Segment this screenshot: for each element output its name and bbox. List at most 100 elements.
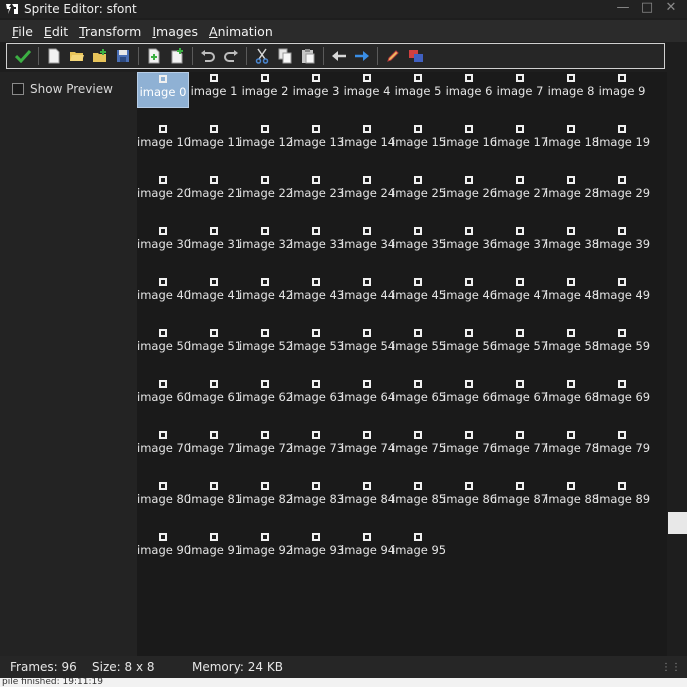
image-thumbnail[interactable]: image 35	[392, 225, 446, 261]
image-thumbnail[interactable]: image 16	[443, 123, 497, 159]
image-thumbnail[interactable]: image 46	[443, 276, 497, 312]
image-thumbnail[interactable]: image 95	[392, 531, 446, 567]
menu-edit[interactable]: Edit	[44, 24, 73, 39]
image-thumbnail[interactable]: image 48	[545, 276, 599, 312]
show-preview-checkbox[interactable]	[12, 83, 24, 95]
redo-icon[interactable]	[221, 46, 241, 66]
image-thumbnail[interactable]: image 66	[443, 378, 497, 414]
image-thumbnail[interactable]: image 27	[494, 174, 548, 210]
image-thumbnail[interactable]: image 49	[596, 276, 650, 312]
image-thumbnail[interactable]: image 85	[392, 480, 446, 516]
image-thumbnail[interactable]: image 67	[494, 378, 548, 414]
color-replace-icon[interactable]	[406, 46, 426, 66]
image-thumbnail[interactable]: image 34	[341, 225, 395, 261]
image-thumbnail[interactable]: image 72	[239, 429, 293, 465]
image-thumbnail[interactable]: image 70	[137, 429, 191, 465]
image-thumbnail[interactable]: image 91	[188, 531, 242, 567]
image-thumbnail[interactable]: image 18	[545, 123, 599, 159]
image-thumbnail[interactable]: image 65	[392, 378, 446, 414]
image-thumbnail[interactable]: image 7	[494, 72, 546, 108]
image-thumbnail[interactable]: image 50	[137, 327, 191, 363]
image-thumbnail[interactable]: image 14	[341, 123, 395, 159]
image-thumbnail[interactable]: image 86	[443, 480, 497, 516]
image-thumbnail[interactable]: image 76	[443, 429, 497, 465]
image-thumbnail[interactable]: image 94	[341, 531, 395, 567]
image-thumbnail[interactable]: image 45	[392, 276, 446, 312]
image-thumbnail[interactable]: image 74	[341, 429, 395, 465]
minimize-icon[interactable]: —	[611, 0, 635, 16]
image-thumbnail[interactable]: image 83	[290, 480, 344, 516]
image-thumbnail[interactable]: image 71	[188, 429, 242, 465]
image-thumbnail[interactable]: image 81	[188, 480, 242, 516]
image-thumbnail[interactable]: image 24	[341, 174, 395, 210]
image-thumbnail[interactable]: image 59	[596, 327, 650, 363]
image-thumbnail[interactable]: image 64	[341, 378, 395, 414]
image-thumbnail[interactable]: image 22	[239, 174, 293, 210]
image-thumbnail[interactable]: image 6	[443, 72, 495, 108]
image-thumbnail[interactable]: image 26	[443, 174, 497, 210]
add-image-icon[interactable]	[144, 46, 164, 66]
image-thumbnail[interactable]: image 23	[290, 174, 344, 210]
image-thumbnail[interactable]: image 5	[392, 72, 444, 108]
open-folder-icon[interactable]	[67, 46, 87, 66]
image-thumbnail[interactable]: image 80	[137, 480, 191, 516]
maximize-icon[interactable]: □	[635, 0, 659, 16]
image-thumbnail[interactable]: image 3	[290, 72, 342, 108]
image-thumbnail[interactable]: image 79	[596, 429, 650, 465]
image-thumbnail[interactable]: image 31	[188, 225, 242, 261]
image-thumbnail[interactable]: image 89	[596, 480, 650, 516]
image-thumbnail[interactable]: image 17	[494, 123, 548, 159]
image-thumbnail[interactable]: image 73	[290, 429, 344, 465]
image-thumbnail[interactable]: image 4	[341, 72, 393, 108]
edit-pencil-icon[interactable]	[383, 46, 403, 66]
menu-images[interactable]: Images	[152, 24, 203, 39]
image-thumbnail[interactable]: image 92	[239, 531, 293, 567]
image-thumbnail[interactable]: image 68	[545, 378, 599, 414]
image-thumbnail[interactable]: image 78	[545, 429, 599, 465]
image-thumbnail[interactable]: image 88	[545, 480, 599, 516]
image-thumbnail[interactable]: image 55	[392, 327, 446, 363]
menu-animation[interactable]: Animation	[209, 24, 278, 39]
image-thumbnail[interactable]: image 11	[188, 123, 242, 159]
add-folder-icon[interactable]	[90, 46, 110, 66]
image-thumbnail[interactable]: image 39	[596, 225, 650, 261]
ok-check-icon[interactable]	[13, 46, 33, 66]
image-thumbnail[interactable]: image 93	[290, 531, 344, 567]
image-thumbnail[interactable]: image 54	[341, 327, 395, 363]
image-thumbnail[interactable]: image 2	[239, 72, 291, 108]
image-thumbnail[interactable]: image 41	[188, 276, 242, 312]
image-thumbnail[interactable]: image 42	[239, 276, 293, 312]
insert-image-icon[interactable]	[167, 46, 187, 66]
move-right-icon[interactable]	[352, 46, 372, 66]
image-thumbnail[interactable]: image 44	[341, 276, 395, 312]
image-thumbnail[interactable]: image 84	[341, 480, 395, 516]
image-thumbnail[interactable]: image 25	[392, 174, 446, 210]
menu-file[interactable]: File	[0, 24, 38, 39]
show-preview-option[interactable]: Show Preview	[12, 82, 113, 96]
image-thumbnail[interactable]: image 82	[239, 480, 293, 516]
paste-icon[interactable]	[298, 46, 318, 66]
image-thumbnail[interactable]: image 51	[188, 327, 242, 363]
image-thumbnail[interactable]: image 19	[596, 123, 650, 159]
resize-grip-icon[interactable]: ⋮⋮	[661, 662, 681, 673]
image-thumbnail[interactable]: image 36	[443, 225, 497, 261]
copy-icon[interactable]	[275, 46, 295, 66]
image-thumbnail[interactable]: image 37	[494, 225, 548, 261]
image-thumbnail[interactable]: image 69	[596, 378, 650, 414]
image-thumbnail[interactable]: image 0	[137, 72, 189, 108]
undo-icon[interactable]	[198, 46, 218, 66]
image-thumbnail[interactable]: image 87	[494, 480, 548, 516]
image-thumbnail[interactable]: image 52	[239, 327, 293, 363]
close-icon[interactable]: ✕	[659, 0, 683, 16]
image-thumbnail[interactable]: image 61	[188, 378, 242, 414]
image-thumbnail[interactable]: image 33	[290, 225, 344, 261]
image-thumbnail[interactable]: image 29	[596, 174, 650, 210]
image-thumbnail[interactable]: image 30	[137, 225, 191, 261]
image-thumbnail[interactable]: image 58	[545, 327, 599, 363]
image-thumbnail[interactable]: image 9	[596, 72, 648, 108]
vertical-scrollbar[interactable]	[667, 72, 687, 656]
image-thumbnail[interactable]: image 12	[239, 123, 293, 159]
image-thumbnail[interactable]: image 21	[188, 174, 242, 210]
image-thumbnail[interactable]: image 57	[494, 327, 548, 363]
new-file-icon[interactable]	[44, 46, 64, 66]
